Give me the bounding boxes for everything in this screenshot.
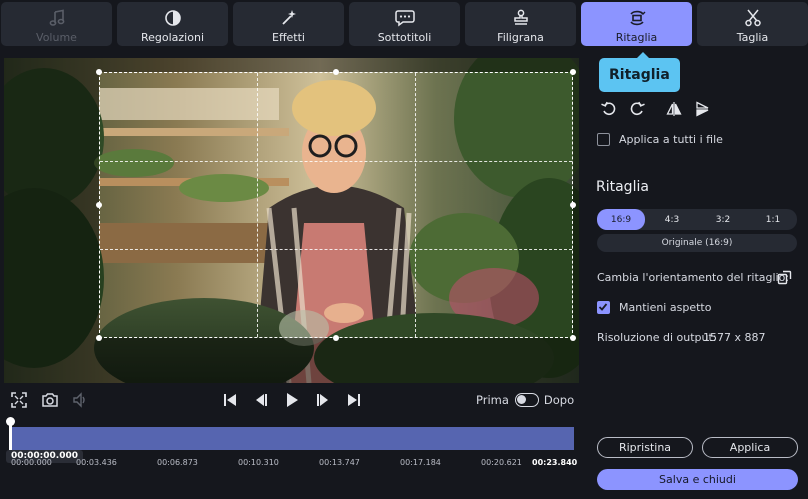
rotate-left-icon[interactable]	[598, 98, 620, 120]
crop-rotate-icon	[627, 7, 647, 29]
timeline-tick: 00:20.621	[481, 458, 522, 467]
crop-section-title: Ritaglia	[596, 179, 649, 195]
tab-ritaglia[interactable]: Ritaglia	[581, 2, 692, 46]
tab-regolazioni[interactable]: Regolazioni	[117, 2, 228, 46]
tab-taglia[interactable]: Taglia	[697, 2, 808, 46]
ratio-16-9-button[interactable]: 16:9	[597, 209, 645, 230]
tab-label: Volume	[36, 31, 77, 44]
effects-tabbar: Volume Regolazioni Effetti Sottotitoli F…	[0, 0, 808, 47]
playhead[interactable]	[6, 417, 15, 450]
crop-handle-bottom-right[interactable]	[570, 335, 576, 341]
crop-handle-top-right[interactable]	[570, 69, 576, 75]
grid-line	[257, 73, 258, 337]
crop-mask-bottom	[4, 338, 579, 383]
crop-mask-left	[4, 72, 99, 338]
camera-icon[interactable]	[40, 391, 60, 409]
tooltip: Ritaglia	[599, 52, 680, 92]
ratio-1-1-button[interactable]: 1:1	[749, 209, 797, 230]
crop-handle-bottom-left[interactable]	[96, 335, 102, 341]
tab-filigrana[interactable]: Filigrana	[465, 2, 576, 46]
keep-aspect-label: Mantieni aspetto	[619, 301, 712, 314]
tab-label: Filigrana	[497, 31, 544, 44]
timeline-tick: 00:23.840	[532, 458, 578, 467]
apply-all-label: Applica a tutti i file	[619, 133, 723, 146]
crop-handle-bottom[interactable]	[333, 335, 339, 341]
save-and-close-button[interactable]: Salva e chiudi	[597, 469, 798, 490]
grid-line	[100, 161, 572, 162]
before-after-toggle[interactable]: Prima Dopo	[476, 392, 574, 408]
music-note-icon	[48, 7, 66, 29]
keep-aspect-checkbox[interactable]	[597, 301, 610, 314]
swap-orientation-icon[interactable]	[776, 268, 794, 286]
grid-line	[415, 73, 416, 337]
timeline-tick: 00:17.184	[400, 458, 441, 467]
scissors-icon	[744, 7, 762, 29]
skip-to-end-icon[interactable]	[345, 391, 363, 409]
crop-handle-top[interactable]	[333, 69, 339, 75]
speaker-icon[interactable]	[71, 391, 89, 409]
output-resolution-value: 1577 x 887	[703, 331, 766, 344]
flip-horizontal-icon[interactable]	[663, 98, 685, 120]
crop-handle-left[interactable]	[96, 202, 102, 208]
next-frame-icon[interactable]	[314, 391, 332, 409]
flip-vertical-icon[interactable]	[691, 98, 713, 120]
tab-label: Regolazioni	[140, 31, 204, 44]
timeline-tick: 00:03.436	[76, 458, 117, 467]
tab-effetti[interactable]: Effetti	[233, 2, 344, 46]
play-icon[interactable]	[283, 391, 301, 409]
tab-sottotitoli[interactable]: Sottotitoli	[349, 2, 460, 46]
magic-wand-icon	[280, 7, 298, 29]
ratio-4-3-button[interactable]: 4:3	[648, 209, 696, 230]
apply-button[interactable]: Applica	[702, 437, 798, 458]
ratio-3-2-button[interactable]: 3:2	[699, 209, 747, 230]
orientation-label: Cambia l'orientamento del ritaglio:	[597, 271, 790, 284]
stamp-icon	[512, 7, 530, 29]
timeline-tick: 00:00.000	[11, 458, 52, 467]
crop-handle-top-left[interactable]	[96, 69, 102, 75]
reset-button[interactable]: Ripristina	[597, 437, 693, 458]
timeline-track[interactable]	[11, 427, 574, 450]
output-resolution-label: Risoluzione di output:	[597, 331, 717, 344]
fullscreen-icon[interactable]	[10, 391, 28, 409]
toggle-switch[interactable]	[514, 393, 539, 407]
crop-mask-top	[4, 58, 579, 72]
tab-label: Effetti	[272, 31, 305, 44]
timeline-tick: 00:10.310	[238, 458, 279, 467]
grid-line	[100, 249, 572, 250]
tab-volume[interactable]: Volume	[1, 2, 112, 46]
rotate-right-icon[interactable]	[626, 98, 648, 120]
timeline-tick: 00:13.747	[319, 458, 360, 467]
after-label: Dopo	[543, 393, 575, 407]
speech-bubble-icon	[394, 7, 415, 29]
crop-handle-right[interactable]	[570, 202, 576, 208]
video-preview[interactable]	[4, 58, 579, 383]
apply-all-checkbox[interactable]	[597, 133, 610, 146]
ratio-original-button[interactable]: Originale (16:9)	[597, 234, 797, 252]
tab-label: Taglia	[736, 31, 769, 44]
contrast-icon	[164, 7, 182, 29]
before-label: Prima	[476, 393, 509, 407]
tab-label: Sottotitoli	[377, 31, 432, 44]
crop-frame[interactable]	[99, 72, 573, 338]
previous-frame-icon[interactable]	[252, 391, 270, 409]
timeline-tick: 00:06.873	[157, 458, 198, 467]
skip-to-start-icon[interactable]	[221, 391, 239, 409]
tab-label: Ritaglia	[615, 31, 658, 44]
